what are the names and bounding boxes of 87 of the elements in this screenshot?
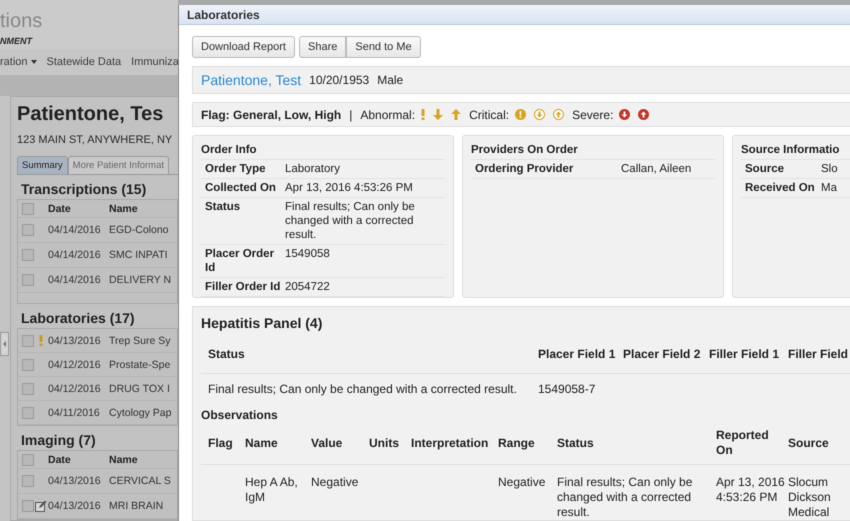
field-label: Filler Order Id: [205, 280, 282, 294]
table-cell-text: 1549058-7: [538, 382, 596, 396]
legend-label: Critical:: [469, 108, 510, 122]
legend-label: Abnormal:: [360, 108, 416, 122]
record-name[interactable]: SMC INPATI: [109, 249, 168, 261]
tab[interactable]: Summary: [17, 156, 68, 174]
logo-text: tions: [0, 10, 42, 32]
table-cell-text: Final results; Can only be changed with a corrected result.: [557, 475, 694, 520]
record-name[interactable]: Trep Sure Sy: [109, 334, 170, 346]
field-value: Final results; Can only be changed with a corrected result.: [285, 200, 416, 242]
patient-address: 123 MAIN ST, ANYWHERE, NY: [17, 134, 174, 146]
dialog-title: Laboratories: [179, 5, 850, 25]
field-value: Callan, Aileen: [621, 162, 692, 176]
table-cell-text: Hep A Ab, IgM: [245, 475, 299, 505]
action-button[interactable]: Share: [299, 36, 346, 58]
legend-label: Severe:: [572, 108, 614, 122]
field-label: Collected On: [205, 181, 277, 195]
column-header: Units: [369, 436, 400, 450]
card-title: Providers On Order: [471, 144, 715, 160]
record-name[interactable]: Cytology Pap: [109, 406, 172, 418]
column-header: Value: [311, 436, 344, 450]
card-title: Source Informatio: [741, 144, 850, 160]
table-cell-text: Negative: [498, 475, 546, 490]
field-value: 2054722: [285, 280, 331, 294]
section-title: Observations: [201, 408, 279, 422]
column-header: Interpretation: [411, 436, 490, 450]
column-header: Reported On: [716, 428, 770, 458]
card-title: Order Info: [201, 144, 445, 160]
table-cell-text: Final results; Can only be changed with a corrected result.: [208, 382, 518, 396]
column-header: Name: [109, 202, 138, 214]
date-text: 04/14/2016: [48, 224, 101, 236]
section-title: Imaging (7): [21, 432, 97, 448]
table-cell-text: Apr 13, 2016 4:53:26 PM: [716, 475, 786, 505]
column-header: Placer Field 2: [623, 346, 702, 362]
table-cell-text: Slocum Dickson Medical: [788, 475, 832, 520]
nav-item[interactable]: Statewide Data: [46, 56, 122, 68]
column-header: Range: [498, 436, 536, 450]
field-label: Status: [205, 200, 242, 215]
column-header: Placer Field 1: [538, 346, 616, 362]
field-value: 1549058: [285, 247, 331, 262]
record-name[interactable]: DELIVERY N: [109, 274, 172, 286]
patient-sex: Male: [377, 73, 404, 87]
record-name[interactable]: MRI BRAIN: [109, 500, 164, 512]
field-value: Apr 13, 2016 4:53:26 PM: [285, 181, 414, 195]
birth-date: 10/20/1953: [309, 73, 370, 87]
patient-name: Patientone, Tes: [17, 103, 164, 126]
record-name[interactable]: EGD-Colono: [109, 224, 169, 236]
field-value: Ma: [821, 181, 838, 195]
date-text: 04/12/2016: [48, 358, 101, 370]
record-name[interactable]: Prostate-Spe: [109, 358, 170, 370]
column-header: Date: [48, 454, 71, 466]
field-value: Laboratory: [285, 162, 341, 176]
date-text: 04/11/2016: [48, 406, 100, 418]
field-label: Order Type: [205, 162, 266, 176]
date-text: 04/14/2016: [48, 249, 101, 261]
nav-item[interactable]: ration: [0, 56, 37, 68]
column-header: Date: [48, 202, 71, 214]
table-cell-text: Negative: [311, 475, 360, 490]
logo-tagline: NMENT: [0, 36, 32, 46]
date-text: 04/13/2016: [48, 475, 101, 487]
date-text: 04/12/2016: [48, 382, 101, 394]
date-text: 04/13/2016: [48, 334, 101, 346]
column-header: Flag: [208, 436, 234, 450]
column-header: Source: [788, 436, 830, 450]
field-label: Placer Order Id: [205, 247, 276, 275]
field-label: Source: [745, 162, 785, 176]
field-label: Received On: [745, 181, 816, 195]
column-header: Status: [557, 436, 595, 450]
section-title: Laboratories (17): [21, 310, 136, 326]
legend-title: Flag: General, Low, High: [201, 108, 342, 122]
column-header: Name: [245, 436, 279, 450]
date-text: 04/14/2016: [48, 274, 101, 286]
record-name[interactable]: CERVICAL S: [109, 475, 171, 487]
panel-title: Hepatitis Panel (4): [201, 315, 324, 331]
column-header: Filler Field 1: [709, 346, 780, 362]
column-header: Status: [208, 346, 246, 362]
action-button[interactable]: Download Report: [192, 36, 295, 58]
record-name[interactable]: DRUG TOX I: [109, 382, 170, 394]
section-title: Transcriptions (15): [21, 181, 148, 197]
column-header: Filler Field: [788, 346, 850, 362]
field-value: Slo: [821, 162, 839, 176]
action-button[interactable]: Send to Me: [346, 36, 421, 58]
date-text: 04/13/2016: [48, 500, 101, 512]
nav-item[interactable]: Immuniza: [131, 56, 179, 68]
column-header: Name: [109, 454, 138, 466]
field-label: Ordering Provider: [475, 162, 574, 176]
legend-separator: |: [349, 108, 352, 122]
